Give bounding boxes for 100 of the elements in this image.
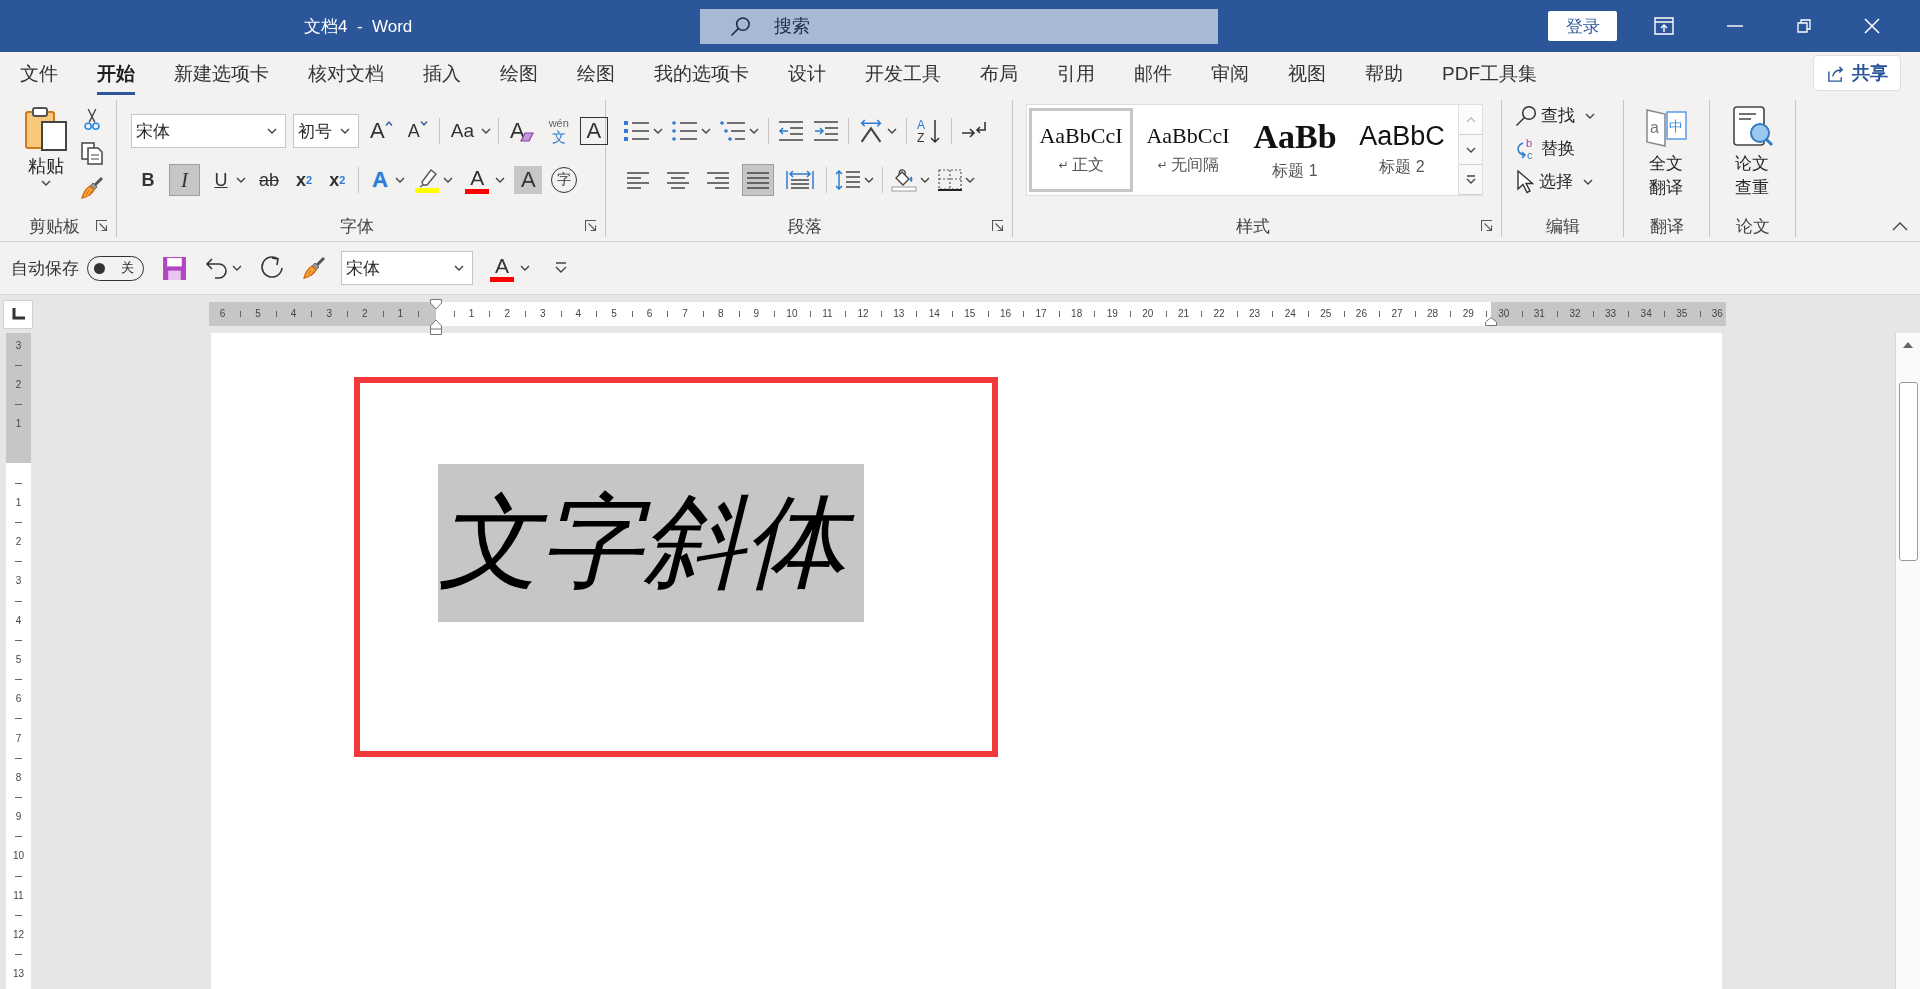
increase-indent-icon[interactable]: [813, 121, 839, 141]
close-icon[interactable]: [1864, 18, 1881, 34]
ribbon-tab[interactable]: 审阅: [1211, 55, 1249, 95]
ribbon-tab[interactable]: 新建选项卡: [174, 55, 269, 95]
paper-check-button[interactable]: 论文查重: [1730, 106, 1775, 215]
caret-icon[interactable]: [653, 128, 663, 134]
text-effect-button[interactable]: A: [368, 164, 393, 196]
search-field[interactable]: 搜索: [700, 8, 1219, 44]
select-button[interactable]: 选择: [1515, 166, 1593, 197]
caret-icon[interactable]: [520, 265, 530, 271]
ribbon-tab[interactable]: 绘图: [500, 55, 538, 95]
share-button[interactable]: 共享: [1813, 55, 1901, 91]
ribbon-tab[interactable]: 绘图: [577, 55, 615, 95]
font-size-field[interactable]: 初号: [293, 114, 359, 148]
caret-icon[interactable]: [1583, 178, 1593, 185]
style-item[interactable]: AaBbCcI ↵ 正文: [1029, 108, 1133, 192]
grow-font-button[interactable]: A: [366, 115, 397, 147]
paste-button[interactable]: 粘贴: [18, 102, 73, 215]
decrease-indent-icon[interactable]: [778, 121, 804, 141]
gallery-more-button[interactable]: [1459, 165, 1482, 195]
corner-arrow-icon[interactable]: [1481, 220, 1493, 232]
caret-icon[interactable]: [965, 177, 975, 183]
paintbrush-icon[interactable]: [302, 256, 326, 280]
shrink-font-button[interactable]: A: [403, 115, 432, 147]
caret-icon[interactable]: [864, 177, 874, 183]
ribbon-tab[interactable]: PDF工具集: [1442, 55, 1537, 95]
caret-icon[interactable]: [454, 265, 464, 271]
caret-icon[interactable]: [1585, 112, 1595, 119]
paint-bucket-icon[interactable]: [891, 168, 917, 192]
ribbon-tab[interactable]: 文件: [20, 55, 58, 95]
character-shading-button[interactable]: A: [514, 166, 543, 194]
character-border-button[interactable]: A: [579, 117, 608, 145]
font-color-button[interactable]: A: [462, 164, 493, 196]
change-case-button[interactable]: Aa: [446, 115, 478, 147]
copy-icon[interactable]: [80, 142, 104, 165]
caret-icon[interactable]: [480, 128, 491, 134]
caret-icon[interactable]: [701, 128, 711, 134]
bullet-list-icon[interactable]: [624, 121, 650, 141]
ribbon-tab[interactable]: 我的选项卡: [654, 55, 749, 95]
customize-toolbar-icon[interactable]: [554, 262, 568, 274]
ribbon-tab[interactable]: 引用: [1057, 55, 1095, 95]
corner-arrow-icon[interactable]: [992, 220, 1004, 232]
caret-icon[interactable]: [395, 177, 406, 183]
style-item[interactable]: AaBb 标题 1: [1243, 108, 1347, 192]
scissors-icon[interactable]: [84, 108, 100, 131]
font-color-button[interactable]: A: [487, 252, 517, 284]
collapse-ribbon-icon[interactable]: [1892, 222, 1908, 231]
scroll-up-icon[interactable]: [1903, 342, 1913, 348]
indent-marker-icon[interactable]: [430, 299, 442, 335]
full-text-translate-button[interactable]: a 中 全文翻译: [1644, 106, 1689, 215]
ribbon-tab[interactable]: 插入: [423, 55, 461, 95]
tab-selector-button[interactable]: [3, 299, 33, 329]
clear-formatting-button[interactable]: A: [505, 115, 538, 147]
phonetic-guide-button[interactable]: wén 文: [544, 115, 573, 147]
minimize-icon[interactable]: [1727, 25, 1744, 27]
right-indent-marker-icon[interactable]: [1485, 317, 1497, 326]
redo-icon[interactable]: [259, 255, 285, 281]
multilevel-list-icon[interactable]: [720, 121, 746, 141]
strikethrough-button[interactable]: ab: [255, 164, 284, 196]
scrollbar-thumb[interactable]: [1898, 382, 1918, 561]
font-name-field[interactable]: 宋体: [341, 251, 473, 285]
paintbrush-icon[interactable]: [80, 176, 104, 200]
ribbon-tab[interactable]: 设计: [788, 55, 826, 95]
ribbon-tab[interactable]: 布局: [980, 55, 1018, 95]
font-name-field[interactable]: 宋体: [131, 114, 286, 148]
ribbon-display-icon[interactable]: [1654, 17, 1675, 35]
bold-button[interactable]: B: [136, 164, 160, 196]
style-item[interactable]: AaBbCcI ↵ 无间隔: [1136, 108, 1240, 192]
caret-icon[interactable]: [232, 265, 242, 271]
caret-icon[interactable]: [40, 180, 51, 186]
ribbon-tab[interactable]: 帮助: [1365, 55, 1403, 95]
ribbon-tab[interactable]: 视图: [1288, 55, 1326, 95]
login-button[interactable]: 登录: [1548, 11, 1618, 41]
underline-button[interactable]: U: [209, 164, 233, 196]
caret-icon[interactable]: [267, 128, 277, 134]
restore-icon[interactable]: [1797, 19, 1812, 33]
numbered-list-icon[interactable]: [672, 121, 698, 141]
undo-icon[interactable]: [205, 256, 229, 280]
caret-icon[interactable]: [443, 177, 454, 183]
caret-icon[interactable]: [495, 177, 506, 183]
caret-icon[interactable]: [749, 128, 759, 134]
highlighter-icon[interactable]: [414, 167, 441, 193]
caret-icon[interactable]: [236, 177, 246, 183]
caret-icon[interactable]: [887, 128, 897, 134]
caret-icon[interactable]: [920, 177, 930, 183]
ribbon-tab[interactable]: 开始: [97, 55, 135, 95]
save-icon[interactable]: [162, 255, 187, 281]
corner-arrow-icon[interactable]: [585, 220, 597, 232]
ribbon-tab[interactable]: 核对文档: [308, 55, 384, 95]
caret-icon[interactable]: [340, 128, 350, 134]
borders-icon[interactable]: [938, 168, 962, 192]
justify-button[interactable]: [742, 164, 774, 196]
find-button[interactable]: 查找: [1515, 100, 1595, 131]
ribbon-tab[interactable]: 开发工具: [865, 55, 941, 95]
ribbon-tab[interactable]: 邮件: [1134, 55, 1172, 95]
text-direction-icon[interactable]: [858, 119, 884, 143]
line-spacing-icon[interactable]: [835, 170, 861, 190]
style-item[interactable]: AaBbC 标题 2: [1350, 108, 1454, 192]
corner-arrow-icon[interactable]: [96, 220, 108, 232]
italic-button[interactable]: I: [169, 164, 200, 196]
